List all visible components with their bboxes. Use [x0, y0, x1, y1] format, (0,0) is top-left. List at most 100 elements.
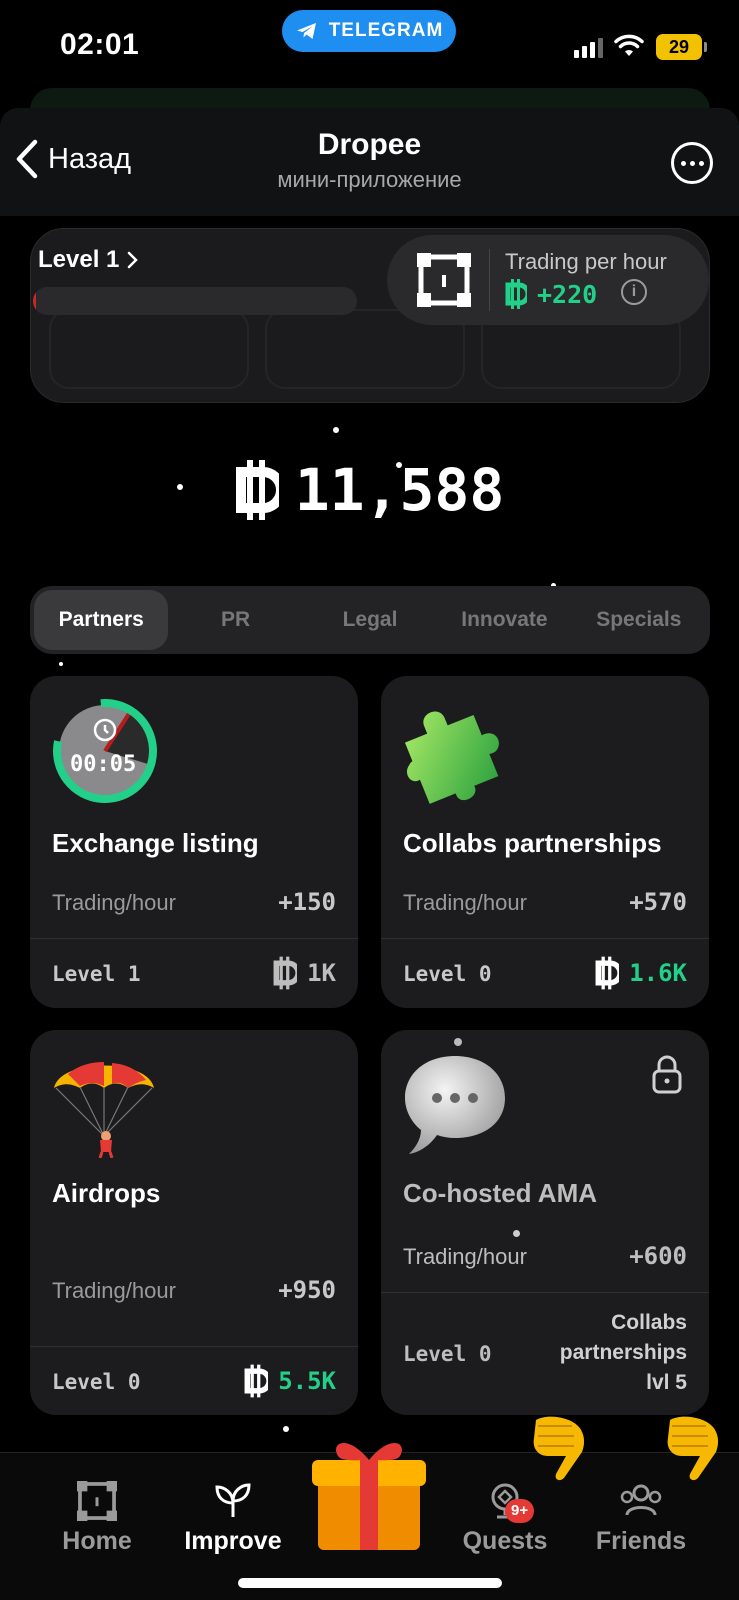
home-indicator — [238, 1578, 502, 1588]
card-title: Airdrops — [52, 1178, 161, 1208]
tab-pr[interactable]: PR — [168, 590, 302, 650]
level-progress-bar — [33, 287, 357, 315]
coin-icon — [505, 279, 527, 309]
card-rate-value: +570 — [629, 888, 687, 916]
trading-amount: +220 — [537, 279, 598, 309]
home-grid-icon — [77, 1481, 117, 1521]
chevron-right-icon — [128, 251, 139, 269]
more-dot — [698, 160, 704, 166]
status-time: 02:01 — [60, 28, 140, 61]
nav-friends[interactable]: Friends — [581, 1481, 701, 1556]
wifi-icon — [614, 34, 644, 56]
card-cost: 1.6K — [595, 956, 687, 990]
sparkle-dot — [333, 427, 339, 433]
card-cost-value: 5.5K — [278, 1367, 336, 1395]
card-airdrops[interactable]: Airdrops Trading/hour +950 Level 0 5.5K — [30, 1030, 358, 1415]
card-rate-value: +950 — [278, 1276, 336, 1304]
nav-improve[interactable]: Improve — [173, 1481, 293, 1556]
card-exchange-listing[interactable]: 00:05 Exchange listing Trading/hour +150… — [30, 676, 358, 1008]
divider — [489, 249, 490, 311]
unlock-requirement: Collabs partnerships lvl 5 — [560, 1308, 687, 1398]
nav-improve-label: Improve — [184, 1527, 282, 1555]
tab-specials[interactable]: Specials — [572, 590, 706, 650]
more-options-button[interactable] — [671, 142, 713, 184]
gift-box-icon[interactable] — [308, 1430, 430, 1554]
app-title: Dropee — [317, 128, 422, 161]
divider — [30, 938, 358, 939]
pointing-hand-icon — [533, 1416, 585, 1481]
cooldown-timer: 00:05 — [70, 752, 137, 777]
coin-icon — [235, 460, 279, 520]
balance-display: 11,588 — [0, 456, 739, 524]
speech-bubble-icon — [405, 1056, 505, 1154]
card-co-hosted-ama[interactable]: Co-hosted AMA Trading/hour +600 Level 0 … — [381, 1030, 709, 1415]
level-label: Level 1 — [38, 246, 120, 273]
sparkle-dot — [59, 662, 63, 666]
stopwatch-icon — [93, 718, 117, 742]
sparkle-dot — [283, 1426, 289, 1432]
card-title: Co-hosted AMA — [403, 1178, 598, 1208]
card-cost-value: 1.6K — [629, 959, 687, 987]
tab-innovate[interactable]: Innovate — [437, 590, 571, 650]
telegram-icon — [296, 23, 316, 39]
trading-label: Trading per hour — [505, 249, 667, 274]
pointing-hand-icon — [667, 1416, 719, 1481]
balance-amount: 11,588 — [294, 456, 505, 524]
card-title: Exchange listing — [52, 828, 259, 858]
telegram-pill[interactable]: TELEGRAM — [282, 10, 456, 52]
card-cost: 5.5K — [244, 1364, 336, 1398]
sprout-icon — [215, 1483, 251, 1517]
parachute-icon — [54, 1062, 154, 1158]
info-icon[interactable]: i — [621, 279, 647, 305]
tab-legal[interactable]: Legal — [303, 590, 437, 650]
divider — [381, 1292, 709, 1293]
sparkle-dot — [513, 1230, 520, 1237]
card-collabs-partnerships[interactable]: Collabs partnerships Trading/hour +570 L… — [381, 676, 709, 1008]
card-rate-label: Trading/hour — [52, 890, 176, 915]
nav-home-label: Home — [62, 1527, 132, 1555]
card-rate-label: Trading/hour — [403, 890, 527, 915]
category-tabs: Partners PR Legal Innovate Specials — [30, 586, 710, 654]
status-bar: 02:01 TELEGRAM 29 — [0, 0, 739, 90]
requirement-line: partnerships — [559, 1341, 687, 1364]
card-cost-value: 1K — [307, 959, 336, 987]
friends-icon — [620, 1484, 662, 1516]
nav-quests[interactable]: Quests 9+ — [445, 1481, 565, 1556]
sparkle-dot — [454, 1038, 462, 1046]
nav-friends-label: Friends — [595, 1527, 687, 1555]
card-cost: 1K — [273, 956, 336, 990]
card-level: Level 0 — [403, 962, 492, 986]
app-header: Назад Dropee мини-приложение — [0, 108, 739, 216]
battery-icon: 29 — [656, 34, 707, 60]
card-rate-label: Trading/hour — [403, 1244, 527, 1269]
trading-per-hour-pill[interactable]: Trading per hour +220 i — [387, 235, 709, 325]
level-link[interactable]: Level 1 — [38, 246, 139, 274]
cooldown-timer-icon — [53, 699, 157, 803]
divider — [30, 1346, 358, 1347]
more-dot — [680, 160, 686, 166]
card-level: Level 0 — [52, 1370, 141, 1394]
notification-badge: 9+ — [505, 1499, 535, 1523]
more-dot — [689, 160, 695, 166]
ghost-slot — [49, 309, 249, 389]
coin-icon — [273, 956, 298, 990]
card-level: Level 0 — [403, 1342, 492, 1366]
requirement-line: Collabs — [611, 1311, 687, 1334]
puzzle-piece-icon — [404, 711, 499, 804]
nav-quests-label: Quests — [462, 1527, 548, 1555]
card-rate-label: Trading/hour — [52, 1278, 176, 1303]
coin-icon — [595, 956, 620, 990]
lock-icon — [652, 1055, 682, 1094]
card-rate-value: +150 — [278, 888, 336, 916]
nav-home[interactable]: Home — [37, 1481, 157, 1556]
coin-icon — [244, 1364, 269, 1398]
app-subtitle: мини-приложение — [277, 167, 462, 192]
requirement-line: lvl 5 — [646, 1371, 687, 1394]
tab-partners[interactable]: Partners — [34, 590, 169, 650]
card-rate-value: +600 — [629, 1242, 687, 1270]
card-level: Level 1 — [52, 962, 141, 986]
divider — [381, 938, 709, 939]
trading-value: +220 — [505, 279, 597, 309]
card-title: Collabs partnerships — [403, 828, 662, 858]
telegram-label: TELEGRAM — [328, 20, 444, 41]
